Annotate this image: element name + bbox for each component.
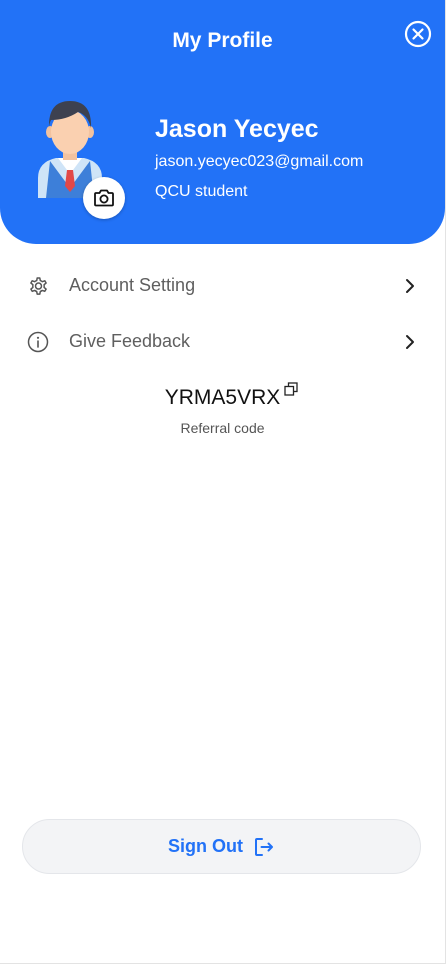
sign-out-label: Sign Out (168, 836, 243, 856)
sign-out-button[interactable]: Sign Out (22, 819, 421, 874)
sign-out-icon (255, 837, 273, 856)
change-photo-button[interactable] (83, 177, 125, 219)
chevron-right-icon (406, 279, 414, 293)
user-name: Jason Yecyec (155, 115, 319, 143)
user-email: jason.yecyec023@gmail.com (155, 153, 364, 170)
page-title: My Profile (172, 29, 273, 52)
close-circle-icon (404, 20, 432, 48)
close-button[interactable] (404, 20, 432, 48)
chevron-right-icon (406, 335, 414, 349)
camera-icon (94, 189, 114, 207)
menu-item-label: Give Feedback (69, 331, 191, 351)
profile-screen: My Profile Jason Yecyec jason.yecyec023@… (0, 0, 446, 964)
referral-code: YRMA5VRX (164, 386, 281, 409)
gear-icon (30, 277, 47, 295)
menu-item-give-feedback[interactable]: Give Feedback (0, 316, 445, 368)
user-role: QCU student (155, 183, 248, 200)
menu-item-account-setting[interactable]: Account Setting (0, 260, 445, 312)
copy-icon[interactable] (284, 382, 298, 396)
menu-item-label: Account Setting (69, 275, 196, 295)
info-icon (27, 331, 49, 353)
profile-header: My Profile Jason Yecyec jason.yecyec023@… (0, 0, 445, 244)
referral-code-label: Referral code (180, 420, 265, 436)
